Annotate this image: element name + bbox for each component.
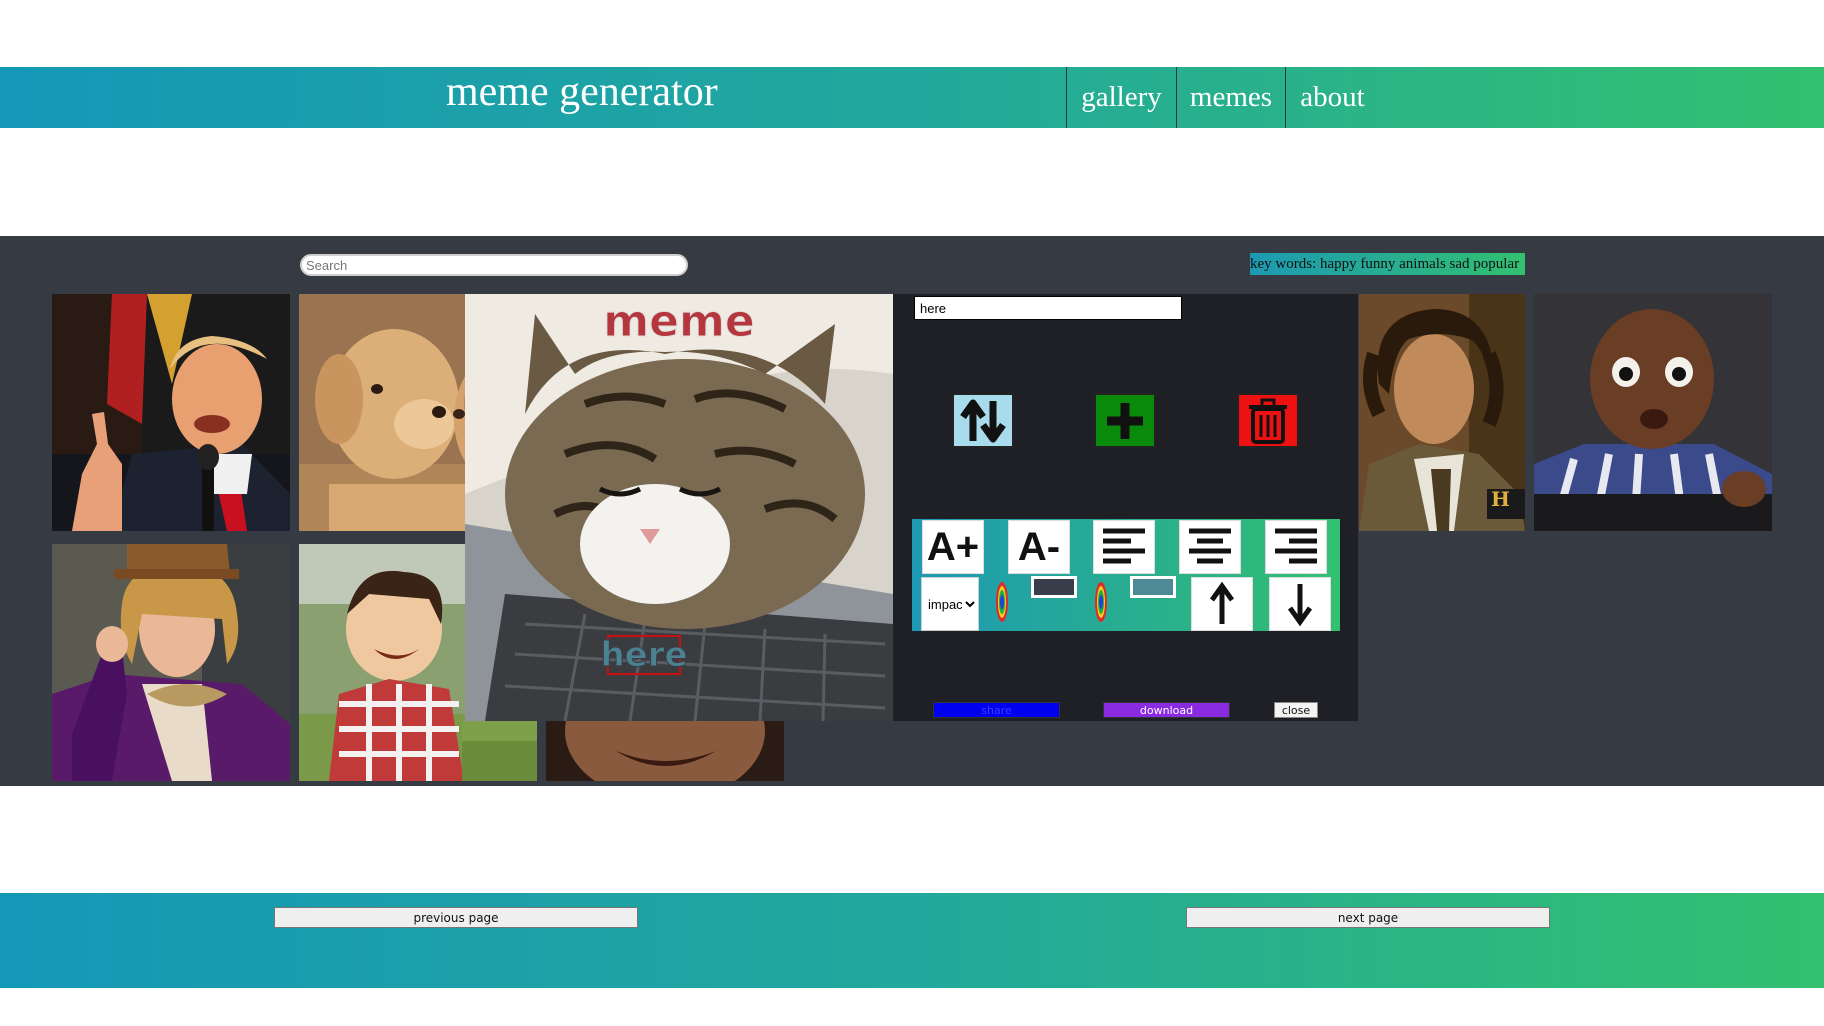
download-button[interactable]: download (1103, 702, 1230, 718)
share-button[interactable]: share (933, 702, 1060, 718)
switch-line-button[interactable] (952, 393, 1014, 448)
header-bar (0, 67, 1824, 128)
partial-thumb-face[interactable] (546, 721, 784, 781)
color-wheel-icon (1095, 582, 1107, 622)
next-page-button[interactable]: next page (1186, 907, 1550, 928)
line-text-input[interactable] (914, 296, 1182, 320)
font-family-select[interactable]: impact (921, 577, 979, 631)
search-input[interactable] (300, 254, 688, 276)
partial-thumb-grass[interactable] (462, 721, 537, 781)
site-title[interactable]: meme generator (446, 68, 718, 116)
meme-canvas[interactable]: meme here (465, 294, 893, 721)
align-left-icon (1103, 528, 1145, 564)
decrease-font-label: A- (1017, 524, 1061, 569)
previous-page-button[interactable]: previous page (274, 907, 638, 928)
delete-line-button[interactable] (1237, 393, 1299, 448)
color-wheel-icon (996, 582, 1008, 622)
nav-memes[interactable]: memes (1176, 67, 1285, 128)
meme-top-text[interactable]: meme (603, 296, 755, 348)
swap-vertical-icon (960, 399, 1006, 442)
fill-color-picker[interactable] (1093, 578, 1109, 626)
move-line-down-button[interactable] (1269, 577, 1331, 631)
add-line-button[interactable] (1094, 393, 1156, 448)
plus-icon (1107, 402, 1143, 439)
align-center-button[interactable] (1179, 520, 1241, 574)
fill-color-swatch[interactable] (1130, 576, 1176, 598)
surprised-baby-meme-thumb[interactable] (1534, 294, 1772, 531)
stroke-color-swatch[interactable] (1031, 576, 1077, 598)
svg-text:H: H (1491, 487, 1510, 511)
nav-about[interactable]: about (1285, 67, 1379, 128)
stroke-color-picker[interactable] (994, 578, 1010, 626)
align-center-icon (1189, 528, 1231, 564)
wonka-meme-thumb[interactable] (52, 544, 290, 781)
move-line-up-button[interactable] (1191, 577, 1253, 631)
meme-top-text-wrap: meme (465, 296, 893, 348)
aliens-guy-meme-thumb[interactable]: H (1359, 294, 1525, 531)
nav-gallery[interactable]: gallery (1066, 67, 1176, 128)
decrease-font-button[interactable]: A- (1008, 520, 1070, 574)
meme-bottom-text-box[interactable]: here (600, 635, 688, 676)
close-button[interactable]: close (1274, 702, 1318, 718)
trash-icon (1249, 398, 1287, 444)
arrow-down-icon (1287, 584, 1313, 626)
increase-font-label: A+ (926, 524, 980, 569)
increase-font-button[interactable]: A+ (922, 520, 984, 574)
align-right-button[interactable] (1265, 520, 1327, 574)
align-left-button[interactable] (1093, 520, 1155, 574)
meme-bottom-text[interactable]: here (600, 635, 688, 676)
keywords-bar: key words: happy funny animals sad popul… (1250, 253, 1525, 275)
align-right-icon (1275, 528, 1317, 564)
editor-controls-panel (893, 294, 1358, 721)
arrow-up-icon (1209, 582, 1235, 624)
trump-meme-thumb[interactable] (52, 294, 290, 531)
